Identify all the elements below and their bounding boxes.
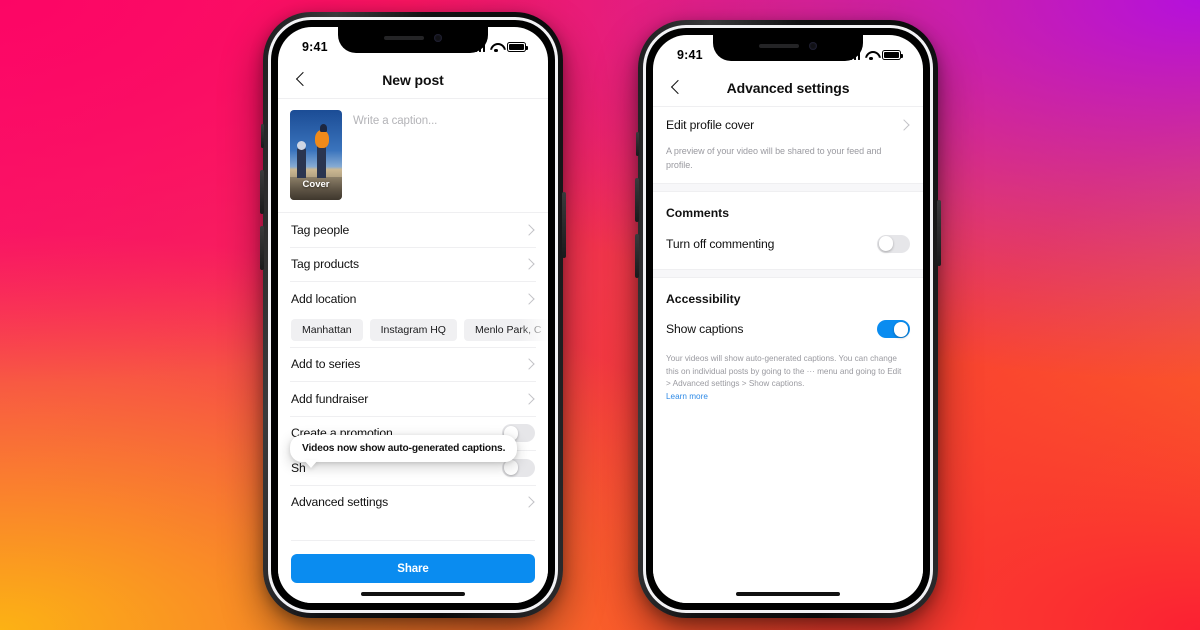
row-add-fundraiser[interactable]: Add fundraiser <box>278 382 548 416</box>
chevron-right-icon <box>523 393 535 405</box>
notch <box>338 27 488 53</box>
row-add-location[interactable]: Add location <box>278 282 548 316</box>
learn-more-link[interactable]: Learn more <box>666 392 708 401</box>
row-label: Add location <box>291 291 357 306</box>
wifi-icon <box>865 51 877 60</box>
tooltip-text: Videos now show auto-generated captions. <box>302 443 506 454</box>
toggle-knob <box>893 321 909 337</box>
chevron-right-icon <box>523 293 535 305</box>
chevron-right-icon <box>523 496 535 508</box>
turn-off-commenting-toggle[interactable] <box>877 234 910 253</box>
status-clock: 9:41 <box>302 40 328 54</box>
row-tag-products[interactable]: Tag products <box>278 248 548 282</box>
show-captions-helper: Your videos will show auto-generated cap… <box>653 346 923 404</box>
phone-inner-frame: 9:41 Advanced settings Edit profile cove… <box>646 28 930 610</box>
toggle-knob <box>503 460 519 476</box>
silence-switch[interactable] <box>636 132 639 156</box>
volume-down-button[interactable] <box>260 226 264 270</box>
thumbnail-person-right <box>315 124 330 179</box>
show-captions-helper-text: Your videos will show auto-generated cap… <box>666 354 902 389</box>
section-gap <box>653 268 923 278</box>
row-label: Edit profile cover <box>666 118 755 132</box>
cover-label: Cover <box>302 179 330 190</box>
location-suggestion-chips: Manhattan Instagram HQ Menlo Park, C <box>278 316 548 347</box>
row-label: Show captions <box>666 322 744 337</box>
row-label: Add fundraiser <box>291 391 369 406</box>
row-turn-off-commenting[interactable]: Turn off commenting <box>653 227 923 261</box>
new-post-content: Cover Write a caption... Tag people Tag … <box>278 99 548 603</box>
home-indicator[interactable] <box>736 592 840 596</box>
home-indicator[interactable] <box>361 592 465 596</box>
earpiece-speaker-icon <box>384 36 424 40</box>
phone-bezel: 9:41 New post Cover Write a caption... T… <box>268 17 558 613</box>
row-label: Add to series <box>291 357 361 372</box>
phone-screen-right: 9:41 Advanced settings Edit profile cove… <box>653 35 923 603</box>
battery-icon <box>507 42 528 52</box>
page-title: New post <box>382 71 444 88</box>
row-show-captions[interactable]: Show captions <box>653 313 923 347</box>
silence-switch[interactable] <box>261 124 264 148</box>
chevron-right-icon <box>898 119 910 131</box>
phone-left-new-post: 9:41 New post Cover Write a caption... T… <box>260 12 566 618</box>
nav-bar: New post <box>278 61 548 99</box>
status-clock: 9:41 <box>677 48 703 62</box>
power-button[interactable] <box>562 192 566 258</box>
show-captions-toggle[interactable] <box>877 320 910 339</box>
chevron-right-icon <box>523 258 535 270</box>
thumbnail-person-left <box>297 141 307 179</box>
caption-input[interactable]: Write a caption... <box>353 110 437 200</box>
earpiece-speaker-icon <box>759 44 799 48</box>
row-edit-profile-cover[interactable]: Edit profile cover <box>653 107 923 143</box>
front-camera-icon <box>434 34 442 42</box>
toggle-knob <box>878 236 894 252</box>
volume-down-button[interactable] <box>635 234 639 278</box>
power-button[interactable] <box>937 200 941 266</box>
notch <box>713 35 863 61</box>
section-gap <box>653 183 923 192</box>
share-button[interactable]: Share <box>291 554 535 583</box>
chevron-right-icon <box>523 358 535 370</box>
page-title: Advanced settings <box>726 79 850 96</box>
row-advanced-settings[interactable]: Advanced settings <box>278 486 548 520</box>
phone-inner-frame: 9:41 New post Cover Write a caption... T… <box>271 20 555 610</box>
comments-section-heading: Comments <box>666 206 729 220</box>
wifi-icon <box>490 43 502 52</box>
phone-screen-left: 9:41 New post Cover Write a caption... T… <box>278 27 548 603</box>
location-chip[interactable]: Menlo Park, C <box>463 318 548 341</box>
advanced-settings-content: Edit profile cover A preview of your vid… <box>653 107 923 603</box>
location-chip[interactable]: Instagram HQ <box>369 318 457 341</box>
row-label: Turn off commenting <box>666 236 775 251</box>
row-label: Tag products <box>291 257 359 272</box>
battery-icon <box>882 50 903 60</box>
row-label: Advanced settings <box>291 495 389 510</box>
captions-tooltip: Videos now show auto-generated captions. <box>290 435 518 462</box>
row-add-to-series[interactable]: Add to series <box>278 348 548 382</box>
cover-thumbnail[interactable]: Cover <box>290 110 342 200</box>
volume-up-button[interactable] <box>260 170 264 214</box>
caption-composer: Cover Write a caption... <box>278 99 548 212</box>
location-chip[interactable]: Manhattan <box>291 318 363 341</box>
edit-profile-cover-helper: A preview of your video will be shared t… <box>666 146 882 170</box>
phone-bezel: 9:41 Advanced settings Edit profile cove… <box>643 25 933 613</box>
row-label: Tag people <box>291 222 350 237</box>
share-button-container: Share <box>278 554 548 583</box>
chevron-right-icon <box>523 224 535 236</box>
volume-up-button[interactable] <box>635 178 639 222</box>
chevron-left-icon[interactable] <box>292 71 310 89</box>
accessibility-section-heading: Accessibility <box>666 291 741 306</box>
instagram-gradient-background <box>0 0 1200 630</box>
chevron-left-icon[interactable] <box>667 79 685 97</box>
phone-right-advanced-settings: 9:41 Advanced settings Edit profile cove… <box>635 20 941 618</box>
front-camera-icon <box>809 42 817 50</box>
divider <box>291 540 535 541</box>
nav-bar: Advanced settings <box>653 69 923 107</box>
row-tag-people[interactable]: Tag people <box>278 213 548 247</box>
